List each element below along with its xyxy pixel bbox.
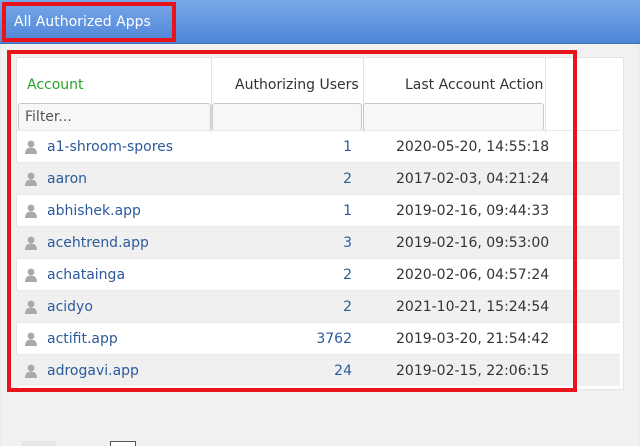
account-link[interactable]: a1-shroom-spores	[47, 131, 173, 163]
table-row: a1-shroom-spores 1 2020-05-20, 14:55:18	[16, 130, 620, 162]
page-link-5[interactable]: 5	[258, 441, 282, 446]
column-header-authorizing-users[interactable]: Authorizing Users	[235, 74, 359, 96]
user-icon	[25, 172, 37, 186]
user-icon	[25, 332, 37, 346]
last-action-time: 2019-02-15, 22:06:15	[396, 363, 550, 379]
authorizing-users-link[interactable]: 2	[343, 163, 352, 195]
account-link[interactable]: achatainga	[47, 259, 125, 291]
user-icon	[25, 204, 37, 218]
account-link[interactable]: aaron	[47, 163, 87, 195]
users-filter-input[interactable]	[212, 103, 362, 131]
page-link-3[interactable]: 3	[185, 441, 209, 446]
user-icon	[25, 268, 37, 282]
last-action-time: 2019-02-16, 09:53:00	[396, 235, 550, 251]
authorizing-users-link[interactable]: 1	[343, 131, 352, 163]
account-link[interactable]: abhishek.app	[47, 195, 141, 227]
table-body: a1-shroom-spores 1 2020-05-20, 14:55:18 …	[16, 130, 620, 386]
last-action-time: 2020-05-20, 14:55:18	[396, 139, 550, 155]
account-link[interactable]: adrogavi.app	[47, 355, 139, 387]
user-icon	[25, 364, 37, 378]
panel-title: All Authorized Apps	[2, 2, 176, 42]
account-link[interactable]: acehtrend.app	[47, 227, 149, 259]
page-ellipsis: ...	[296, 441, 322, 446]
user-icon	[25, 300, 37, 314]
authorizing-users-link[interactable]: 24	[334, 355, 352, 387]
table-row: adrogavi.app 24 2019-02-15, 22:06:15	[16, 354, 620, 386]
last-action-time: 2020-02-06, 04:57:24	[396, 267, 550, 283]
table-row: abhishek.app 1 2019-02-16, 09:44:33	[16, 194, 620, 226]
next-page-button[interactable]: >>	[66, 441, 100, 446]
panel-header: All Authorized Apps	[0, 0, 640, 44]
column-header-last-account-action[interactable]: Last Account Action	[405, 74, 543, 96]
authorizing-users-link[interactable]: 1	[343, 195, 352, 227]
account-filter-input[interactable]	[18, 103, 211, 131]
page-link-1[interactable]: 1	[110, 441, 136, 446]
column-header-account[interactable]: Account	[27, 74, 84, 96]
page-link-last[interactable]: 143	[338, 441, 374, 446]
page-link-4[interactable]: 4	[222, 441, 246, 446]
authorizing-users-link[interactable]: 2	[343, 259, 352, 291]
action-filter-input[interactable]	[363, 103, 544, 131]
user-icon	[25, 236, 37, 250]
table-row: acehtrend.app 3 2019-02-16, 09:53:00	[16, 226, 620, 258]
last-action-time: 2019-02-16, 09:44:33	[396, 203, 550, 219]
last-action-time: 2021-10-21, 15:24:54	[396, 299, 550, 315]
column-divider	[545, 58, 546, 133]
authorizing-users-link[interactable]: 3	[343, 227, 352, 259]
account-link[interactable]: acidyo	[47, 291, 93, 323]
authorizing-users-link[interactable]: 2	[343, 291, 352, 323]
authorizing-users-link[interactable]: 3762	[316, 323, 352, 355]
table-row: achatainga 2 2020-02-06, 04:57:24	[16, 258, 620, 290]
page-link-2[interactable]: 2	[148, 441, 172, 446]
account-link[interactable]: actifit.app	[47, 323, 118, 355]
table-row: aaron 2 2017-02-03, 04:21:24	[16, 162, 620, 194]
last-action-time: 2017-02-03, 04:21:24	[396, 171, 550, 187]
user-icon	[25, 140, 37, 154]
prev-page-button: <<	[22, 441, 56, 446]
last-action-time: 2019-03-20, 21:54:42	[396, 331, 550, 347]
table-row: acidyo 2 2021-10-21, 15:24:54	[16, 290, 620, 322]
table-row: actifit.app 3762 2019-03-20, 21:54:42	[16, 322, 620, 354]
